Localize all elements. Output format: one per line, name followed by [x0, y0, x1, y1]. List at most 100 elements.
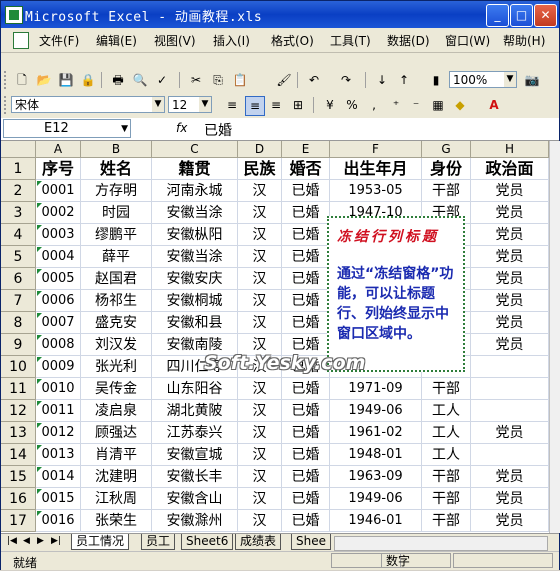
table-cell[interactable]: 安徽当涂	[152, 246, 238, 268]
chevron-down-icon[interactable]: ▼	[121, 121, 128, 138]
row-header[interactable]: 7	[1, 290, 36, 312]
column-header[interactable]: A	[36, 141, 81, 158]
table-cell[interactable]: 0011	[36, 400, 81, 422]
row-header[interactable]: 9	[1, 334, 36, 356]
percent-icon[interactable]: %	[343, 96, 361, 114]
table-cell[interactable]: 汉	[238, 444, 282, 466]
row-header[interactable]: 8	[1, 312, 36, 334]
table-cell[interactable]: 0016	[36, 510, 81, 532]
menu-insert[interactable]: 插入(I)	[213, 32, 250, 49]
table-cell[interactable]: 已婚	[282, 312, 330, 334]
column-header[interactable]: B	[81, 141, 152, 158]
table-cell[interactable]: 党员	[471, 488, 549, 510]
close-button[interactable]: ✕	[534, 4, 557, 27]
table-cell[interactable]: 赵国君	[81, 268, 152, 290]
row-header[interactable]: 4	[1, 224, 36, 246]
menu-edit[interactable]: 编辑(E)	[96, 32, 137, 49]
next-sheet-icon[interactable]: ▶	[37, 536, 44, 546]
table-cell[interactable]: 山东阳谷	[152, 378, 238, 400]
undo-icon[interactable]: ↶	[305, 71, 323, 89]
chevron-down-icon[interactable]: ▼	[504, 72, 516, 87]
table-cell[interactable]: 吴传金	[81, 378, 152, 400]
column-header[interactable]: C	[152, 141, 238, 158]
chart-wizard-icon[interactable]: ▮	[427, 71, 445, 89]
table-cell[interactable]: 安徽和县	[152, 312, 238, 334]
table-cell[interactable]	[471, 378, 549, 400]
table-cell[interactable]: 汉	[238, 312, 282, 334]
table-cell[interactable]	[471, 444, 549, 466]
table-cell[interactable]: 顾强达	[81, 422, 152, 444]
table-cell[interactable]: 0010	[36, 378, 81, 400]
chevron-down-icon[interactable]: ▼	[199, 97, 211, 112]
table-cell[interactable]: 工人	[422, 400, 471, 422]
row-header[interactable]: 13	[1, 422, 36, 444]
table-cell[interactable]: 0012	[36, 422, 81, 444]
table-cell[interactable]: 党员	[471, 290, 549, 312]
table-cell[interactable]	[471, 400, 549, 422]
table-cell[interactable]: 已婚	[282, 400, 330, 422]
row-header[interactable]: 15	[1, 466, 36, 488]
table-cell[interactable]: 党员	[471, 466, 549, 488]
fill-color-icon[interactable]: ◆	[451, 96, 469, 114]
row-header[interactable]: 16	[1, 488, 36, 510]
table-cell[interactable]: 1953-05	[330, 180, 422, 202]
copy-icon[interactable]: ⎘	[209, 71, 227, 89]
column-title-cell[interactable]: 民族	[238, 158, 282, 180]
cut-icon[interactable]: ✂	[187, 71, 205, 89]
row-header[interactable]: 3	[1, 202, 36, 224]
last-sheet-icon[interactable]: ▶|	[51, 536, 61, 546]
menu-data[interactable]: 数据(D)	[387, 32, 430, 49]
menu-tools[interactable]: 工具(T)	[330, 32, 371, 49]
align-left-icon[interactable]: ≡	[223, 96, 241, 114]
open-icon[interactable]: 📂	[35, 71, 53, 89]
table-cell[interactable]: 时园	[81, 202, 152, 224]
table-cell[interactable]: 安徽枞阳	[152, 224, 238, 246]
sheet-tab[interactable]: 员工	[141, 534, 176, 550]
print-icon[interactable]: 🖶	[109, 71, 127, 89]
table-cell[interactable]: 汉	[238, 246, 282, 268]
table-cell[interactable]: 党员	[471, 180, 549, 202]
table-cell[interactable]: 0003	[36, 224, 81, 246]
table-cell[interactable]: 0013	[36, 444, 81, 466]
table-cell[interactable]: 1961-02	[330, 422, 422, 444]
zoom-select[interactable]: 100% ▼	[449, 71, 517, 88]
minimize-button[interactable]: _	[486, 4, 509, 27]
prev-sheet-icon[interactable]: ◀	[23, 536, 30, 546]
horizontal-scrollbar[interactable]	[334, 536, 548, 551]
table-cell[interactable]: 安徽长丰	[152, 466, 238, 488]
spelling-icon[interactable]: ✓	[153, 71, 171, 89]
table-cell[interactable]: 安徽滁州	[152, 510, 238, 532]
formula-value[interactable]: 已婚	[204, 120, 232, 140]
row-header[interactable]: 17	[1, 510, 36, 532]
column-title-cell[interactable]: 姓名	[81, 158, 152, 180]
table-cell[interactable]: 张荣生	[81, 510, 152, 532]
table-cell[interactable]: 工人	[422, 444, 471, 466]
table-cell[interactable]: 党员	[471, 334, 549, 356]
toolbar-grip[interactable]	[4, 96, 9, 114]
fx-icon[interactable]: fx	[176, 121, 187, 135]
row-header[interactable]: 2	[1, 180, 36, 202]
comma-style-icon[interactable]: ,	[365, 96, 383, 114]
row-header[interactable]: 11	[1, 378, 36, 400]
row-header[interactable]: 14	[1, 444, 36, 466]
row-header[interactable]: 12	[1, 400, 36, 422]
paste-icon[interactable]: 📋	[231, 71, 249, 89]
table-cell[interactable]: 已婚	[282, 378, 330, 400]
decrease-decimal-icon[interactable]: ⁻	[407, 96, 425, 114]
table-cell[interactable]: 党员	[471, 224, 549, 246]
format-painter-icon[interactable]: 🖌	[275, 71, 293, 89]
table-cell[interactable]: 盛克安	[81, 312, 152, 334]
table-cell[interactable]: 汉	[238, 400, 282, 422]
merge-center-icon[interactable]: ⊞	[289, 96, 307, 114]
column-header[interactable]: D	[238, 141, 282, 158]
align-center-icon[interactable]: ≡	[245, 96, 265, 116]
table-cell[interactable]: 汉	[238, 202, 282, 224]
table-cell[interactable]: 1946-01	[330, 510, 422, 532]
table-cell[interactable]: 已婚	[282, 466, 330, 488]
row-header[interactable]: 10	[1, 356, 36, 378]
table-cell[interactable]: 方存明	[81, 180, 152, 202]
table-cell[interactable]: 凌启泉	[81, 400, 152, 422]
camera-icon[interactable]: 📷	[523, 71, 541, 89]
table-cell[interactable]: 已婚	[282, 224, 330, 246]
table-cell[interactable]: 0001	[36, 180, 81, 202]
